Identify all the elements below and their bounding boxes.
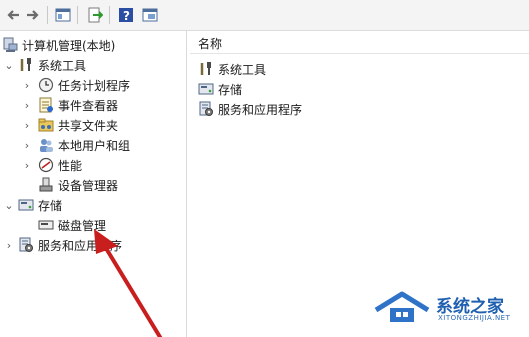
watermark: 系统之家 XITONGZHIJIA.NET bbox=[372, 288, 522, 328]
annotation-arrow bbox=[94, 229, 162, 337]
house-logo-icon bbox=[374, 291, 430, 322]
watermark-subtext: XITONGZHIJIA.NET bbox=[438, 314, 511, 322]
